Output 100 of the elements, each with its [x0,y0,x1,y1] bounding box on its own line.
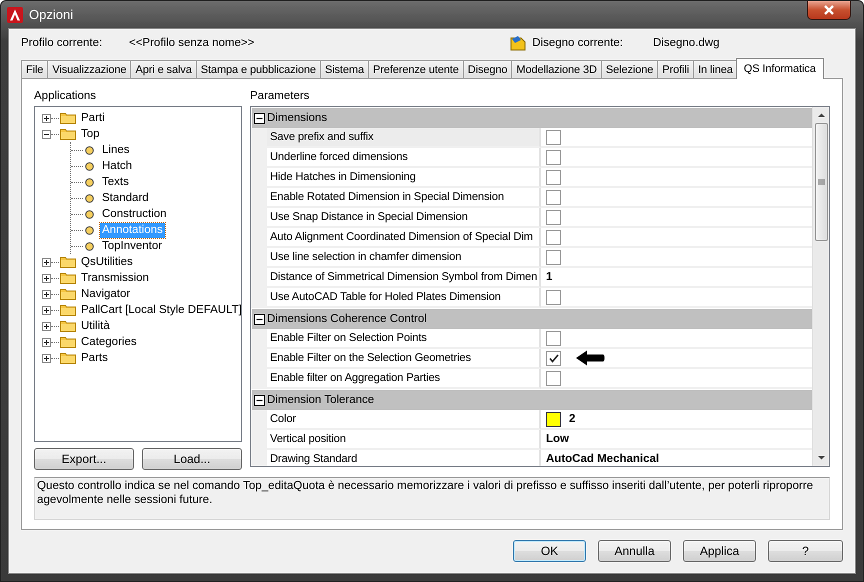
value-text: 1 [546,271,552,283]
circle-icon [85,146,94,154]
folder-icon [60,272,76,284]
window-title: Opzioni [29,7,74,22]
checkbox[interactable] [546,290,561,304]
tab[interactable]: In linea [693,60,738,78]
collapse-icon[interactable] [254,112,265,124]
checkbox[interactable] [546,370,561,386]
dialog-button[interactable]: Annulla [598,540,671,562]
value-text: Low [546,433,569,445]
tree-item[interactable]: Top [79,126,102,142]
tab[interactable]: Profili [657,60,694,78]
expand-icon[interactable] [42,114,51,122]
group-title: Dimensions Coherence Control [267,313,427,325]
tree-item[interactable]: Texts [100,174,131,190]
property-label[interactable]: Hide Hatches in Dimensioning [267,168,541,188]
folder-icon [60,336,76,348]
checkbox[interactable] [546,350,561,366]
property-label[interactable]: Distance of Simmetrical Dimension Symbol from Dimen [267,268,541,288]
tree-item[interactable]: Utilità [79,318,112,334]
tree-item[interactable]: QsUtilities [79,254,135,270]
checkbox[interactable] [546,170,561,184]
folder-icon [60,128,76,140]
app-logo-icon [7,6,23,22]
drawing-file-icon [510,35,526,51]
folder-icon [60,352,76,364]
checkbox[interactable] [546,230,561,244]
tree-item[interactable]: Standard [100,190,151,206]
property-label[interactable]: Auto Alignment Coordinated Dimension of Special Dim [267,228,541,248]
tree-item[interactable]: Categories [79,334,139,350]
action-button[interactable]: Load... [142,448,242,470]
property-label[interactable]: Use AutoCAD Table for Holed Plates Dimension [267,288,541,308]
value-text: 2 [569,413,576,425]
property-label[interactable]: Enable Filter on Selection Points [267,329,541,349]
tree-item[interactable]: PallCart [Local Style DEFAULT] [79,302,244,318]
description-text: Questo controllo indica se nel comando Top_editaQuota è necessario memorizzare i valori di prefisso e suffisso inseriti dall’utente, per poterli riproporre agevolmente nelle sessioni future. [34,477,830,520]
checkbox[interactable] [546,210,561,224]
checkbox[interactable] [546,330,561,346]
section-title: Parameters [250,89,310,104]
expand-icon[interactable] [42,258,51,266]
expand-icon[interactable] [42,290,51,298]
value-text: AutoCad Mechanical [546,453,660,465]
circle-icon [85,242,94,250]
checkbox[interactable] [546,150,561,164]
color-swatch[interactable] [546,412,561,426]
property-label[interactable]: Color [267,410,541,430]
circle-icon [85,194,94,202]
tab[interactable]: Disegno [462,60,512,78]
property-label[interactable]: Vertical position [267,430,541,450]
expand-icon[interactable] [42,338,51,346]
tab[interactable]: Preferenze utente [368,60,464,78]
tab[interactable]: Visualizzazione [47,60,132,78]
dialog-button[interactable]: Applica [683,540,756,562]
tree-item[interactable]: Parti [79,110,107,126]
expand-icon[interactable] [42,322,51,330]
circle-icon [85,210,94,218]
tree-item[interactable]: TopInventor [100,238,164,254]
tab[interactable]: Stampa e pubblicazione [196,60,321,78]
property-label[interactable]: Underline forced dimensions [267,148,541,168]
dialog-button[interactable]: ? [768,540,843,562]
tree-item[interactable]: Navigator [79,286,132,302]
drawing-label: Disegno corrente: [532,37,623,49]
checkbox[interactable] [546,250,561,264]
tree-item[interactable]: Parts [79,350,110,366]
checkbox[interactable] [546,190,561,204]
tree-item[interactable]: Lines [100,142,132,158]
tree-item[interactable]: Hatch [100,158,134,174]
collapse-icon[interactable] [254,314,265,324]
expand-icon[interactable] [42,354,51,362]
folder-icon [60,320,76,332]
drawing-value: Disegno.dwg [653,37,720,49]
tab[interactable]: Sistema [320,60,369,78]
property-label[interactable]: Enable Rotated Dimension in Special Dimension [267,188,541,208]
tab[interactable]: Apri e salva [130,60,197,78]
tree-item[interactable]: Transmission [79,270,151,286]
tab[interactable]: File [21,60,48,78]
tab[interactable]: Selezione [600,60,658,78]
tree-item[interactable]: Construction [100,206,169,222]
property-label[interactable]: Enable filter on Aggregation Parties [267,369,541,389]
section-title: Applications [34,89,98,104]
scrollbar[interactable] [812,107,829,466]
expand-icon[interactable] [42,274,51,282]
property-label[interactable]: Save prefix and suffix [267,128,541,148]
scroll-thumb[interactable] [814,123,828,241]
property-label[interactable]: Use line selection in chamfer dimension [267,248,541,268]
expand-icon[interactable] [42,306,51,314]
tab[interactable]: QS Informatica [736,58,824,79]
property-label[interactable]: Enable Filter on the Selection Geometries [267,349,541,369]
action-button[interactable]: Export... [34,448,134,470]
circle-icon [85,162,94,170]
property-label[interactable]: Use Snap Distance in Special Dimension [267,208,541,228]
property-label[interactable]: Drawing Standard [267,450,541,466]
group-title: Dimensions [267,112,328,124]
dialog-button[interactable]: OK [513,540,586,562]
tab[interactable]: Modellazione 3D [511,60,602,78]
close-button[interactable] [807,1,851,20]
checkbox[interactable] [546,130,561,144]
collapse-icon[interactable] [254,394,265,406]
collapse-icon[interactable] [42,130,51,138]
folder-icon [60,112,76,124]
